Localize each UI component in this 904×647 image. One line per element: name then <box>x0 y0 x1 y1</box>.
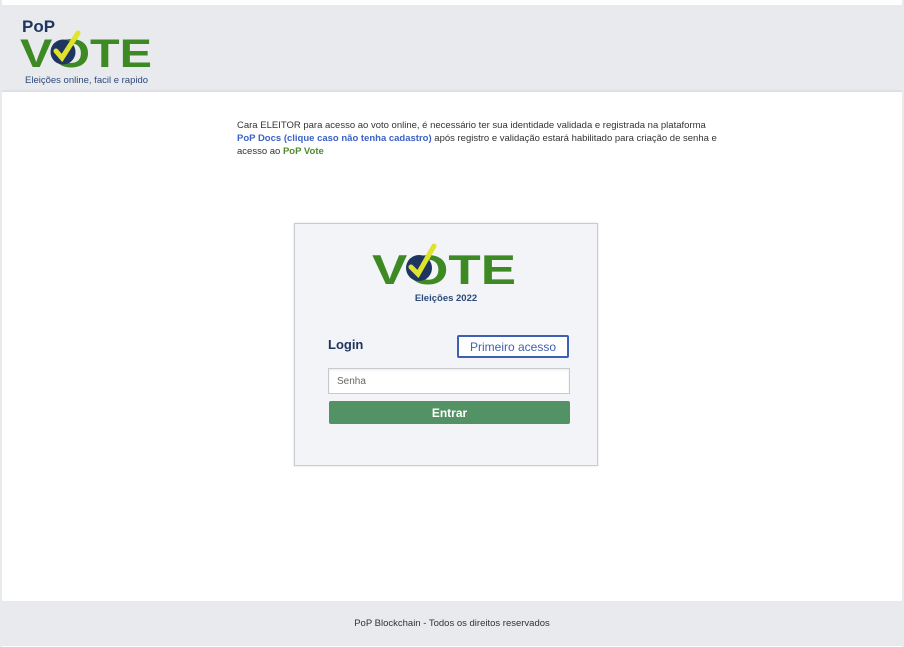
login-card: VOTE Eleições 2022 Login Primeiro acesso… <box>294 223 598 466</box>
pop-docs-link[interactable]: PoP Docs (clique caso não tenha cadastro… <box>237 133 432 144</box>
card-logo-graphic: VOTE <box>372 243 516 293</box>
vote-logo: VOTE <box>372 237 518 294</box>
header: PoP VOTE Eleições online, facil e rapido <box>2 5 902 92</box>
first-access-button[interactable]: Primeiro acesso <box>457 335 569 358</box>
intro-text-part-1: Cara ELEITOR para acesso ao voto online,… <box>237 120 706 131</box>
page-edge-left <box>0 0 2 647</box>
logo-graphic: PoP VOTE <box>20 17 152 76</box>
footer-copyright: PoP Blockchain - Todos os direitos reser… <box>354 618 550 629</box>
pop-vote-brand-text: PoP Vote <box>282 146 324 157</box>
card-logo-vote-text: VOTE <box>372 246 516 289</box>
enter-button[interactable]: Entrar <box>329 401 570 424</box>
password-input[interactable] <box>328 368 570 394</box>
intro-text: Cara ELEITOR para acesso ao voto online,… <box>237 119 717 158</box>
pop-vote-logo[interactable]: PoP VOTE <box>20 15 156 76</box>
election-subtitle: Eleições 2022 <box>414 293 478 304</box>
tagline: Eleições online, facil e rapido <box>25 75 149 86</box>
logo-vote-text: VOTE <box>20 32 152 71</box>
footer: PoP Blockchain - Todos os direitos reser… <box>2 601 902 646</box>
login-heading: Login <box>328 337 364 352</box>
